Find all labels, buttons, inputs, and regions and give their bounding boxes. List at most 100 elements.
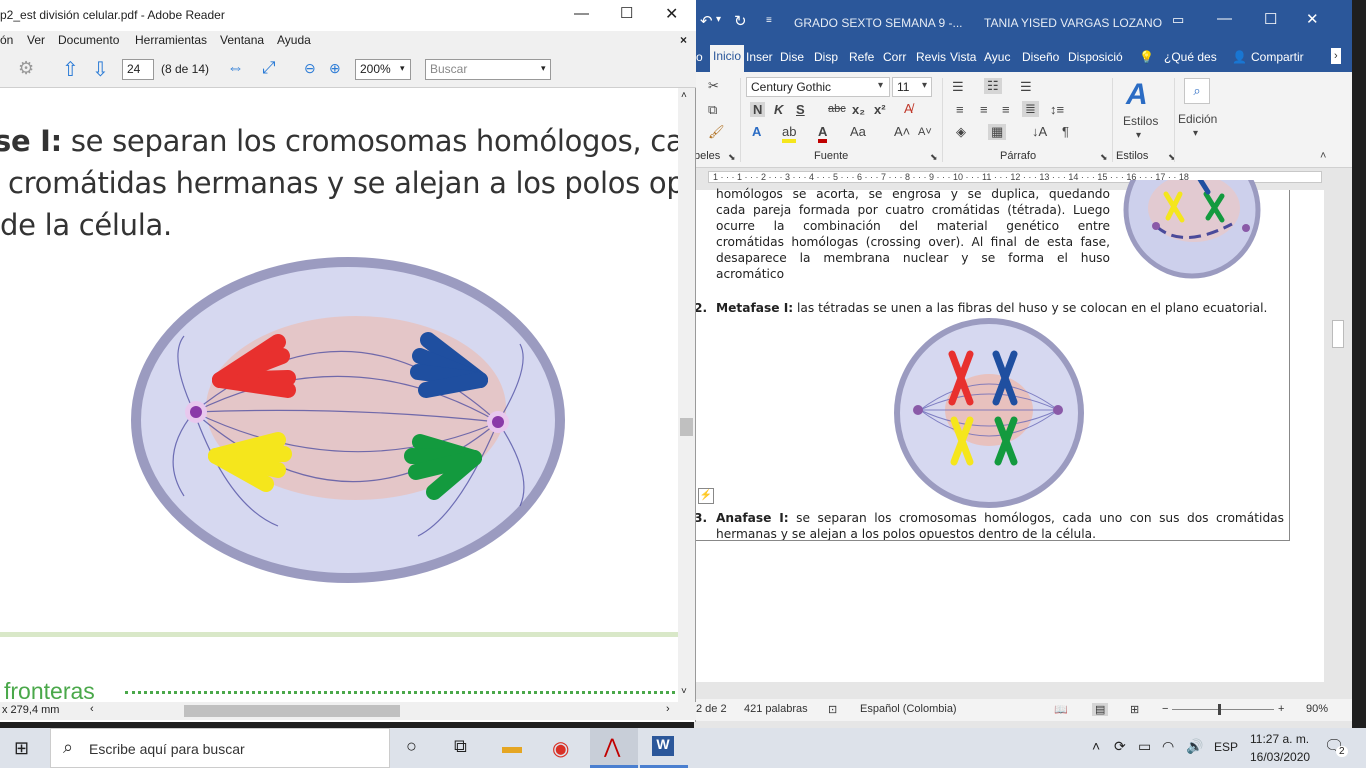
tab-insertar[interactable]: Inser [746, 50, 773, 64]
collapse-ribbon-icon[interactable]: ˄ [1320, 150, 1326, 162]
chrome-icon[interactable]: ◉ [552, 736, 569, 761]
tab-archivo[interactable]: o [696, 50, 703, 64]
taskbar-search[interactable]: ⌕ Escribe aquí para buscar [50, 728, 390, 768]
read-mode-icon[interactable]: 📖 [1054, 703, 1068, 716]
minimize-icon[interactable]: — [1217, 10, 1232, 27]
tab-revisar[interactable]: Revis [916, 50, 946, 64]
clock-time[interactable]: 11:27 a. m. [1250, 732, 1309, 746]
strikethrough-icon[interactable]: abc [828, 103, 846, 115]
file-explorer-icon[interactable]: ▬ [502, 736, 522, 759]
cortana-icon[interactable]: ○ [406, 736, 417, 757]
tab-disposicion[interactable]: Disposició [1068, 50, 1123, 64]
styles-icon[interactable]: A [1126, 78, 1148, 112]
page-number-input[interactable]: 24 [122, 59, 154, 80]
tab-referencias[interactable]: Refe [849, 50, 874, 64]
menu-documento[interactable]: Documento [58, 33, 119, 47]
document-page[interactable]: homólogos se acorta, se engrosa y se dup… [694, 180, 1324, 682]
tab-inicio[interactable]: Inicio [710, 45, 745, 72]
previous-page-icon[interactable]: ⇧ [62, 57, 79, 82]
clipboard-launcher-icon[interactable]: ⬊ [728, 152, 736, 163]
pdf-scroll-thumb[interactable] [680, 418, 693, 436]
quick-access-menu-icon[interactable]: ≡ [766, 15, 772, 26]
zoom-out-icon[interactable]: − [1162, 703, 1168, 715]
close-document-icon[interactable]: × [680, 33, 687, 47]
text-effects-icon[interactable]: A [752, 124, 761, 139]
menu-ver[interactable]: Ver [27, 33, 45, 47]
italic-icon[interactable]: K [774, 102, 783, 117]
pdf-page[interactable]: se I: se separan los cromosomas homólogo… [0, 88, 678, 702]
search-chevron-icon[interactable]: ▾ [541, 63, 546, 74]
battery-icon[interactable]: ▭ [1138, 738, 1151, 755]
zoom-slider[interactable] [1172, 709, 1274, 710]
tab-ayuda[interactable]: Ayuc [984, 50, 1010, 64]
anaphase-cell-image[interactable] [128, 256, 568, 590]
font-name-dropdown[interactable]: Century Gothic [746, 77, 890, 97]
adobe-minimize-icon[interactable]: — [574, 5, 589, 22]
pdf-vertical-scrollbar[interactable]: ˄ ˅ [678, 88, 695, 702]
tab-correspondencia[interactable]: Corr [883, 50, 906, 64]
proofing-icon[interactable]: ⊡ [828, 703, 837, 716]
sort-icon[interactable]: ↓A [1032, 124, 1047, 139]
styles-button[interactable]: Estilos [1123, 114, 1158, 128]
zoom-in-button-icon[interactable]: ⊕ [329, 60, 341, 77]
line-spacing-icon[interactable]: ↕≡ [1050, 102, 1064, 117]
subscript-icon[interactable]: x₂ [852, 102, 865, 117]
web-layout-icon[interactable]: ⊞ [1130, 703, 1139, 716]
tab-diseno[interactable]: Diseño [1022, 50, 1059, 64]
layout-options-icon[interactable]: ⚡ [698, 488, 714, 504]
cut-icon[interactable]: ✂ [708, 78, 719, 94]
menu-edicion[interactable]: ón [0, 33, 13, 47]
scroll-up-icon[interactable]: ˄ [681, 90, 687, 101]
font-dropdown-chevron-icon[interactable]: ▾ [878, 80, 883, 91]
menu-ventana[interactable]: Ventana [220, 33, 264, 47]
adobe-search-input[interactable]: Buscar [425, 59, 551, 80]
ribbon-display-icon[interactable]: ▭ [1172, 12, 1184, 28]
editing-chevron-icon[interactable]: ▾ [1193, 128, 1198, 139]
wifi-icon[interactable]: ◠ [1162, 738, 1174, 755]
copy-icon[interactable]: ⧉ [708, 102, 717, 118]
windows-start-icon[interactable]: ⊞ [14, 738, 29, 759]
editing-button[interactable]: Edición [1178, 112, 1217, 126]
align-center-icon[interactable]: ≡ [980, 102, 988, 117]
zoom-level[interactable]: 90% [1306, 703, 1328, 715]
volume-icon[interactable]: 🔊 [1186, 738, 1203, 755]
highlight-icon[interactable]: ab [782, 124, 797, 143]
clear-formatting-icon[interactable]: A̸ [904, 101, 913, 116]
status-language[interactable]: Español (Colombia) [860, 703, 957, 715]
show-marks-icon[interactable]: ¶ [1062, 124, 1069, 139]
undo-icon[interactable]: ↶ [700, 12, 713, 30]
bold-icon[interactable]: N [750, 102, 766, 117]
tell-me-search[interactable]: ¿Qué des [1164, 50, 1217, 64]
paragraph-launcher-icon[interactable]: ⬊ [1100, 152, 1108, 163]
scroll-left-icon[interactable]: ‹ [90, 703, 94, 715]
adobe-maximize-icon[interactable]: ☐ [620, 4, 633, 22]
scroll-thumb[interactable] [1332, 320, 1344, 348]
zoom-out-button-icon[interactable]: ⊖ [304, 60, 316, 77]
font-size-chevron-icon[interactable]: ▾ [922, 80, 927, 91]
print-layout-icon[interactable]: ▤ [1092, 703, 1109, 716]
justify-icon[interactable]: ≣ [1022, 101, 1039, 117]
share-button[interactable]: Compartir [1251, 50, 1304, 64]
pdf-hscroll-thumb[interactable] [184, 705, 400, 717]
zoom-in-icon[interactable]: + [1278, 703, 1284, 715]
scroll-right-icon[interactable]: › [666, 703, 670, 715]
zoom-chevron-icon[interactable]: ▾ [400, 63, 405, 74]
change-case-icon[interactable]: Aa [850, 124, 866, 139]
superscript-icon[interactable]: x² [874, 102, 886, 117]
search-icon[interactable]: ⌕ [1184, 78, 1210, 104]
language-indicator[interactable]: ESP [1214, 740, 1238, 754]
fit-width-icon[interactable]: ⇔ [227, 58, 244, 78]
zoom-slider-thumb[interactable] [1218, 704, 1221, 715]
menu-ayuda[interactable]: Ayuda [277, 33, 311, 47]
numbering-icon[interactable]: ☷ [984, 78, 1002, 94]
grow-font-icon[interactable]: A˄ [894, 124, 910, 139]
status-page[interactable]: 2 de 2 [696, 703, 727, 715]
tab-disposicion-short[interactable]: Disp [814, 50, 838, 64]
font-launcher-icon[interactable]: ⬊ [930, 152, 938, 163]
bullets-icon[interactable]: ☰ [952, 79, 964, 95]
tray-chevron-icon[interactable]: ˄ [1092, 738, 1100, 754]
font-color-icon[interactable]: A [818, 124, 828, 143]
underline-icon[interactable]: S [796, 102, 805, 117]
taskbar-word[interactable]: W [640, 728, 688, 768]
tab-vista[interactable]: Vista [950, 50, 976, 64]
